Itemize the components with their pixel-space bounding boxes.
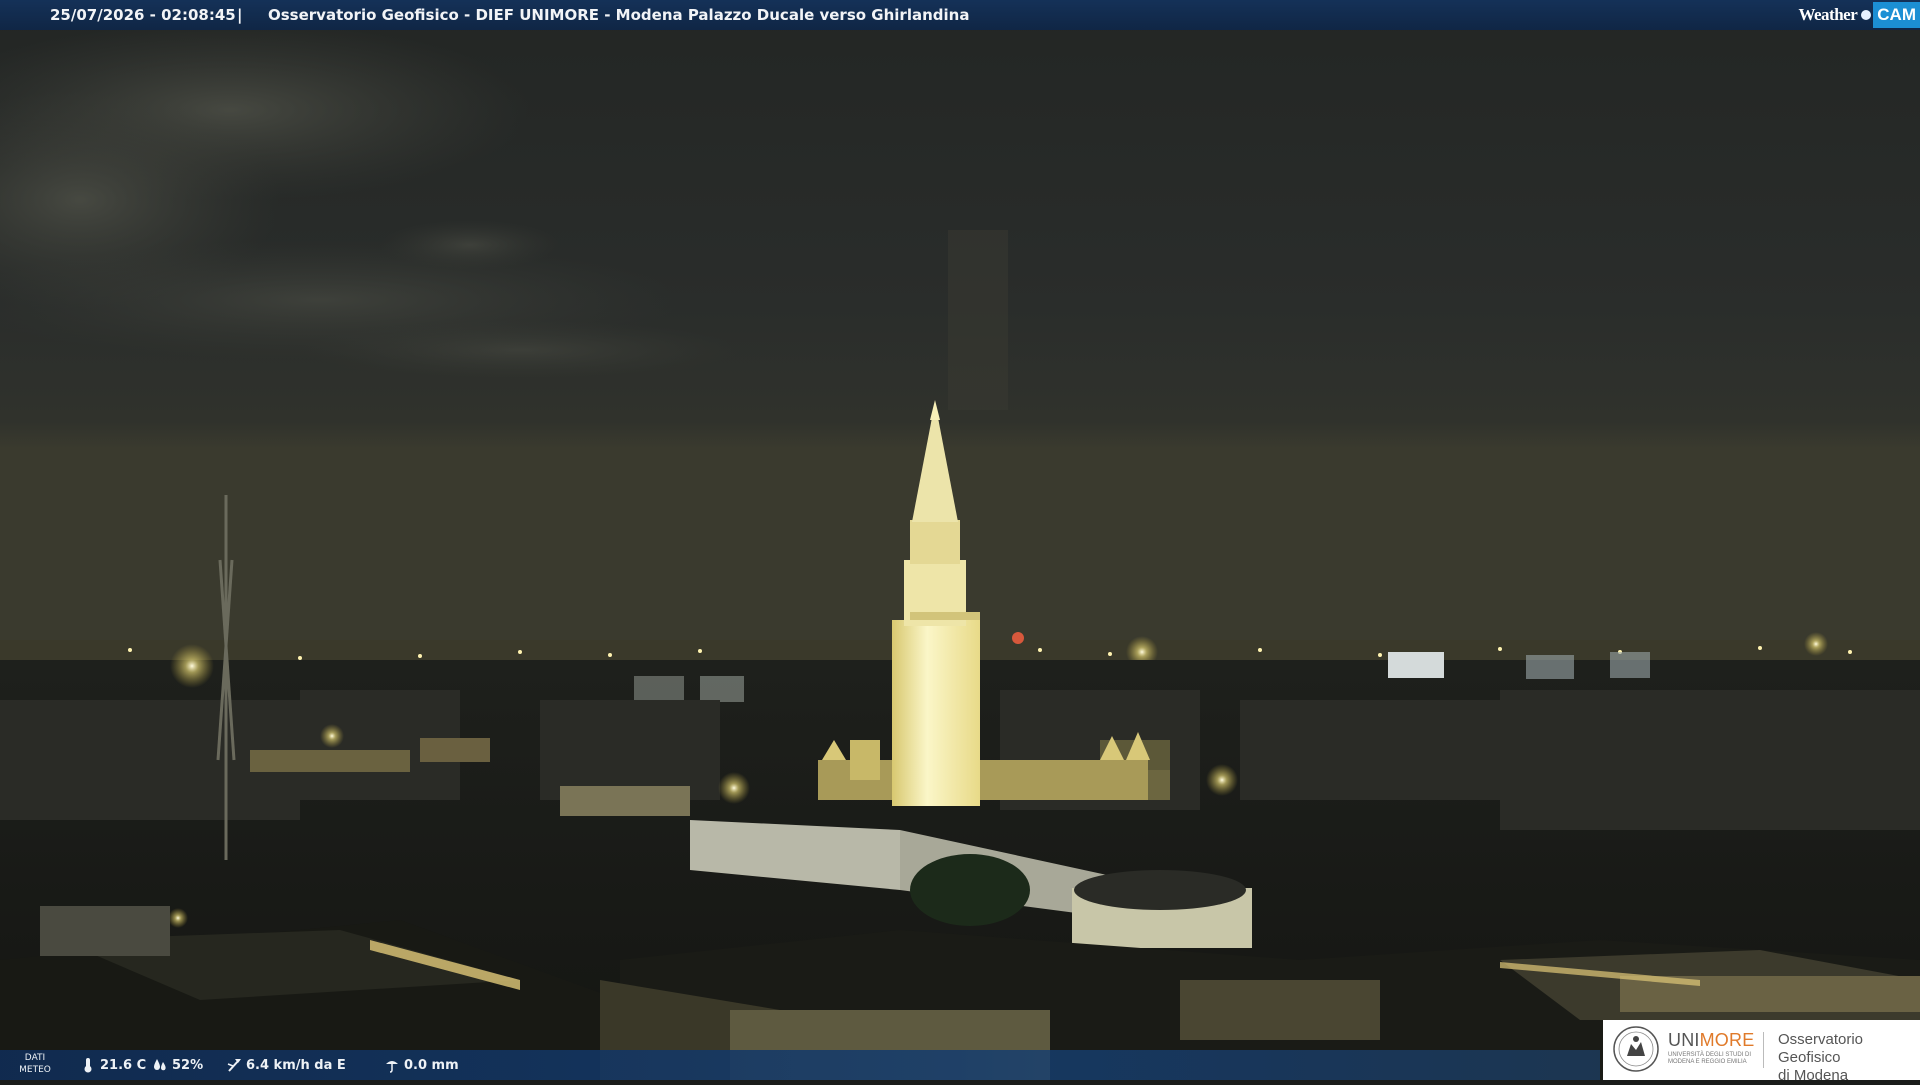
thermometer-icon	[84, 1058, 92, 1073]
temperature-value: 21.6 C	[100, 1057, 147, 1073]
meteo-data-bar: DATI METEO 21.6 C 52% 6.4 km/h da E 0.0 …	[0, 1050, 1600, 1080]
wind-value: 6.4 km/h da E	[246, 1057, 346, 1073]
rain-value: 0.0 mm	[404, 1057, 459, 1073]
title-separator: |	[237, 6, 243, 24]
humidity-drops-icon	[154, 1059, 166, 1071]
weathercam-logo-weather: Weather	[1798, 5, 1858, 24]
observatory-name: Osservatorio Geofisico di Modena	[1778, 1031, 1864, 1084]
unimore-wordmark: UNIMORE	[1668, 1030, 1755, 1050]
webcam-night-scene	[0, 0, 1920, 1080]
meteo-data-label: DATI METEO	[19, 1053, 51, 1075]
rain-gauge-icon	[386, 1061, 398, 1073]
unimore-observatory-logo: UNIMORE UNIVERSITÀ DEGLI STUDI DI MODENA…	[1603, 1020, 1920, 1084]
camera-title: Osservatorio Geofisico - DIEF UNIMORE - …	[268, 6, 970, 24]
humidity-value: 52%	[172, 1057, 204, 1073]
unimore-seal-icon	[1613, 1026, 1659, 1072]
camera-title-bar: 25/07/2026 - 02:08:45 | Osservatorio Geo…	[0, 0, 1920, 30]
rain-reading: 0.0 mm	[384, 1057, 459, 1073]
unimore-subtitle: UNIVERSITÀ DEGLI STUDI DI MODENA E REGGI…	[1668, 1052, 1752, 1065]
temperature-reading: 21.6 C	[80, 1057, 146, 1073]
wind-reading: 6.4 km/h da E	[226, 1057, 346, 1073]
humidity-reading: 52%	[152, 1057, 203, 1073]
wind-vane-icon	[227, 1059, 241, 1072]
weathercam-logo: Weather CAM	[1798, 0, 1920, 30]
timestamp: 25/07/2026 - 02:08:45	[50, 6, 236, 24]
weathercam-logo-cam: CAM	[1873, 2, 1920, 28]
weathercam-logo-dot-icon	[1861, 10, 1872, 20]
